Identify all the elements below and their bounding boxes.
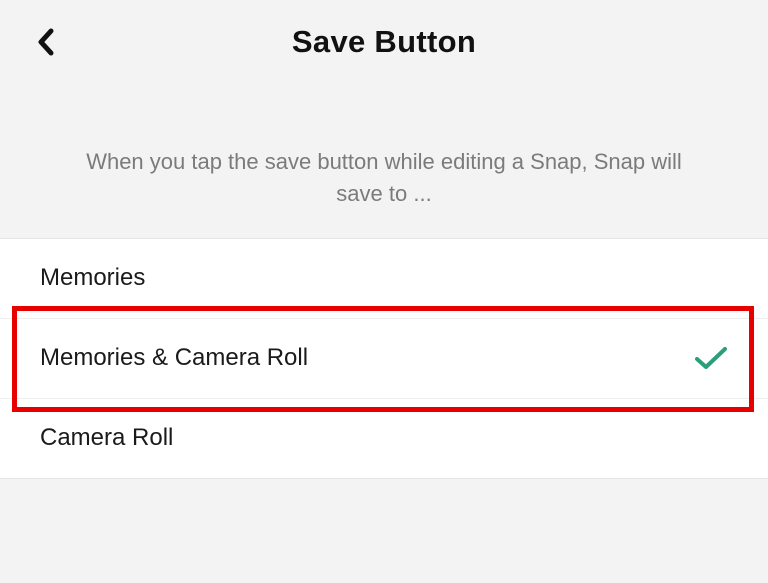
option-label: Memories (40, 264, 145, 292)
chevron-left-icon (35, 27, 57, 57)
option-row-memories-camera-roll[interactable]: Memories & Camera Roll (0, 319, 768, 399)
options-list: Memories Memories & Camera Roll Camera R… (0, 238, 768, 479)
option-label: Camera Roll (40, 424, 173, 452)
page-title: Save Button (292, 24, 476, 60)
option-label: Memories & Camera Roll (40, 344, 308, 372)
back-button[interactable] (26, 22, 66, 62)
header: Save Button (0, 0, 768, 84)
option-row-camera-roll[interactable]: Camera Roll (0, 399, 768, 479)
check-icon (694, 345, 728, 371)
option-row-memories[interactable]: Memories (0, 239, 768, 319)
description-text: When you tap the save button while editi… (0, 84, 768, 238)
